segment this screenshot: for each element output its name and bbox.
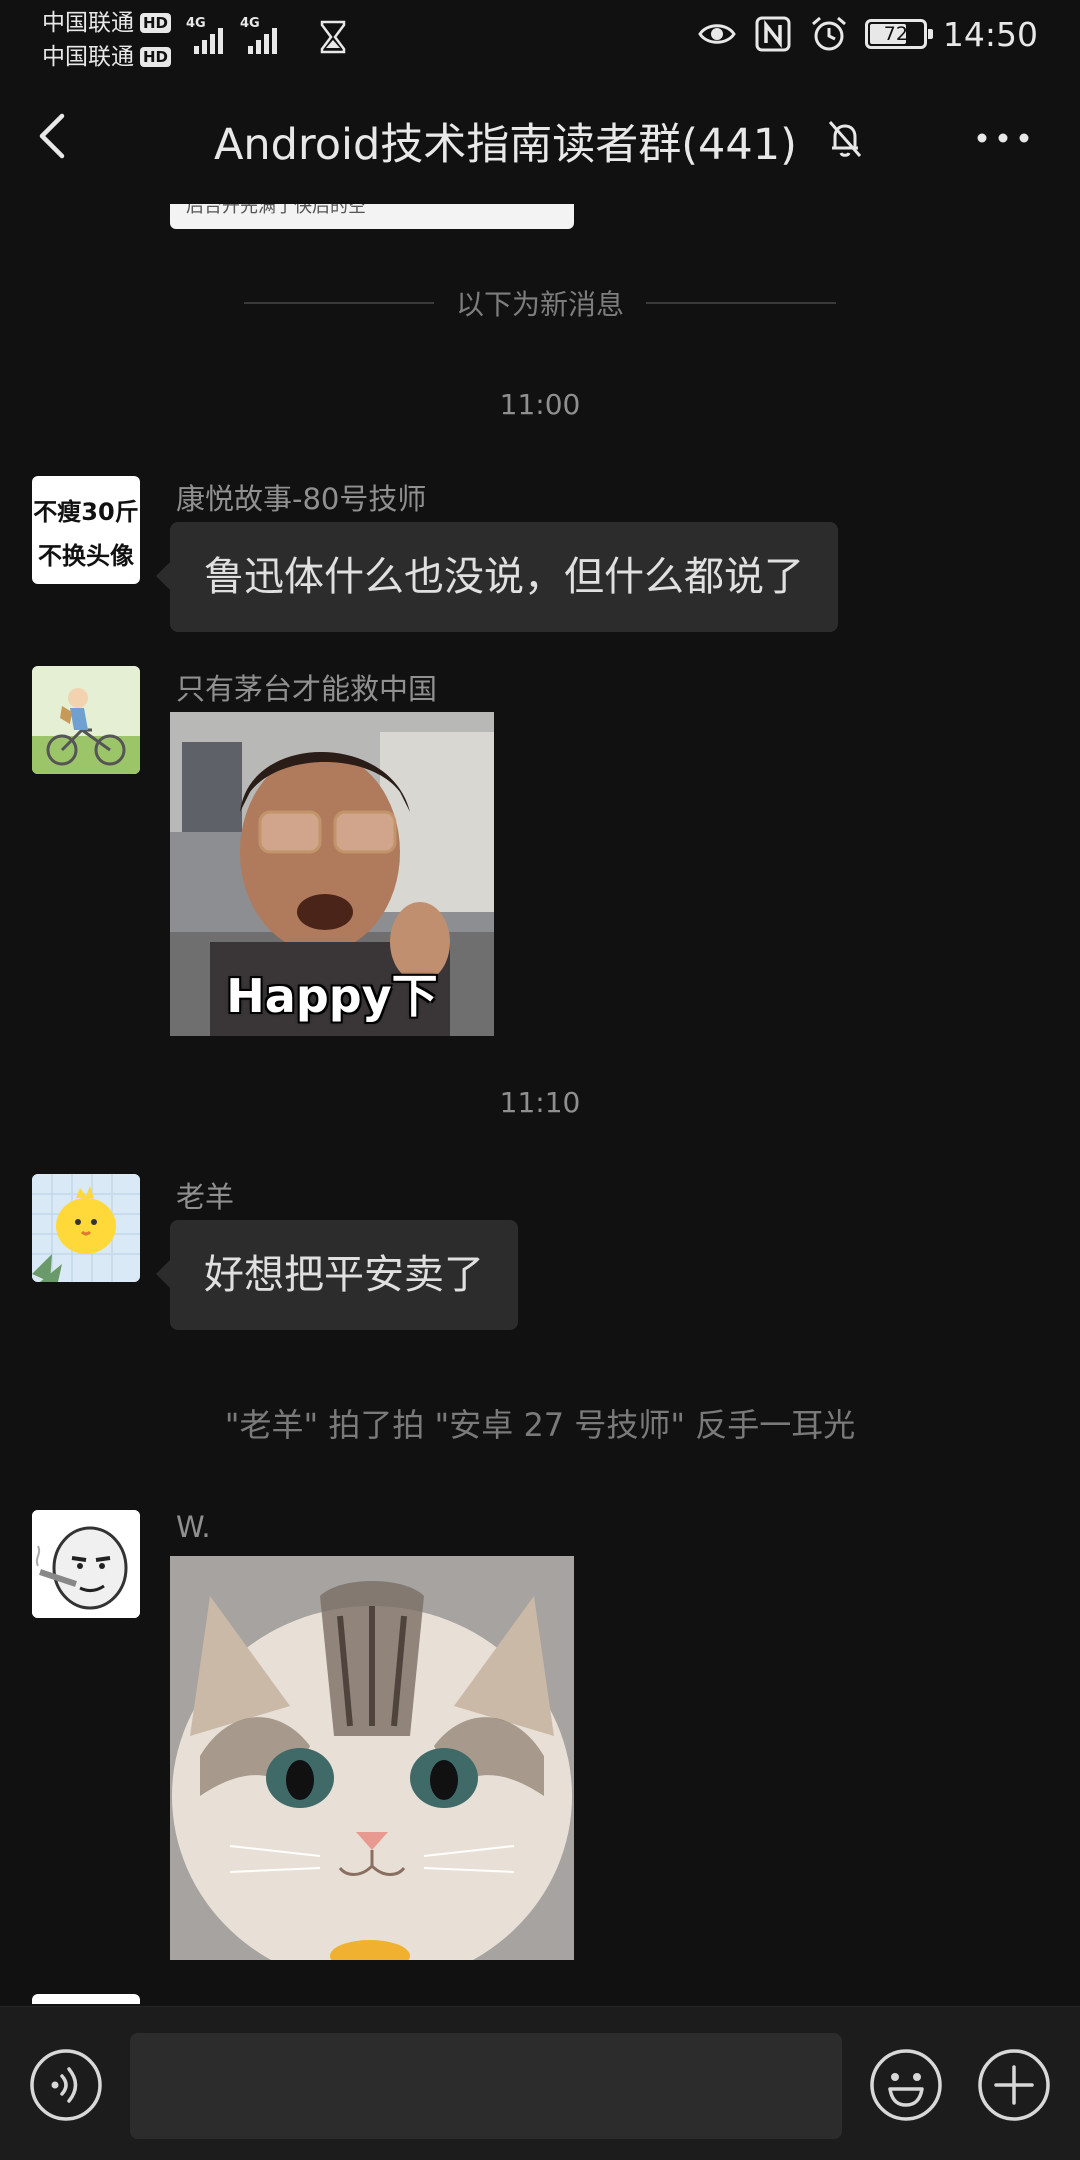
- timestamp: 11:10: [499, 1086, 581, 1119]
- sender-name: W.: [176, 1510, 211, 1544]
- carrier-2: 中国联通: [42, 44, 134, 70]
- hd-badge: HD: [140, 13, 172, 33]
- chat-screen: 中国联通 HD 中国联通 HD 4G 4G 72 14:50 Android技术…: [0, 0, 1080, 2160]
- page-title: Android技术指南读者群(441): [214, 120, 797, 170]
- avatar[interactable]: [32, 1510, 140, 1618]
- sender-name: 康悦故事-80号技师: [176, 482, 427, 516]
- back-arrow-icon[interactable]: [26, 104, 82, 168]
- carrier-info: 中国联通 HD 中国联通 HD: [42, 6, 172, 74]
- clock: 14:50: [942, 14, 1038, 54]
- message-list[interactable]: 后台开先满了快后的空 以下为新消息 11:00 不瘦30斤 不换头像 康悦故事-…: [0, 204, 1080, 2004]
- message-bubble[interactable]: 好想把平安卖了: [156, 1220, 518, 1330]
- alarm-icon: [811, 16, 846, 51]
- voice-icon[interactable]: [28, 2047, 104, 2123]
- hourglass-icon: [320, 20, 346, 54]
- message-bubble[interactable]: 鲁迅体什么也没说，但什么都说了: [156, 522, 838, 632]
- avatar[interactable]: [32, 1174, 140, 1282]
- sender-name: 只有茅台才能救中国: [176, 672, 438, 706]
- eye-icon: [698, 24, 736, 44]
- sticker-image[interactable]: Happy下: [170, 712, 494, 1036]
- battery-level: 72: [883, 23, 908, 45]
- plus-icon[interactable]: [976, 2047, 1052, 2123]
- muted-bell-icon: [828, 121, 862, 157]
- avatar[interactable]: 不瘦30斤 不换头像: [32, 476, 140, 584]
- more-dots-icon[interactable]: [972, 112, 1034, 164]
- new-messages-divider: 以下为新消息: [244, 278, 837, 328]
- sticker-image[interactable]: [170, 1556, 574, 1960]
- nfc-icon: [755, 16, 791, 52]
- partial-message-card[interactable]: 后台开先满了快后的空: [170, 204, 574, 229]
- emoji-icon[interactable]: [868, 2047, 944, 2123]
- avatar[interactable]: [32, 1994, 140, 2004]
- avatar[interactable]: [32, 666, 140, 774]
- chat-header: Android技术指南读者群(441): [0, 72, 1080, 204]
- hd-badge: HD: [140, 47, 172, 67]
- carrier-1: 中国联通: [42, 10, 134, 36]
- timestamp: 11:00: [499, 388, 581, 421]
- signal-icon: 4G: [240, 16, 284, 56]
- signal-icon: 4G: [186, 16, 230, 56]
- signal-indicators: 4G 4G: [186, 16, 284, 56]
- status-bar: 中国联通 HD 中国联通 HD 4G 4G 72 14:50: [0, 0, 1080, 72]
- battery-indicator: 72: [864, 19, 933, 49]
- system-notice: "老羊" 拍了拍 "安卓 27 号技师" 反手一耳光: [224, 1406, 856, 1444]
- message-input[interactable]: [130, 2033, 842, 2139]
- input-bar: [0, 2006, 1080, 2160]
- image-caption: Happy下: [226, 969, 438, 1023]
- sender-name: 老羊: [176, 1180, 235, 1214]
